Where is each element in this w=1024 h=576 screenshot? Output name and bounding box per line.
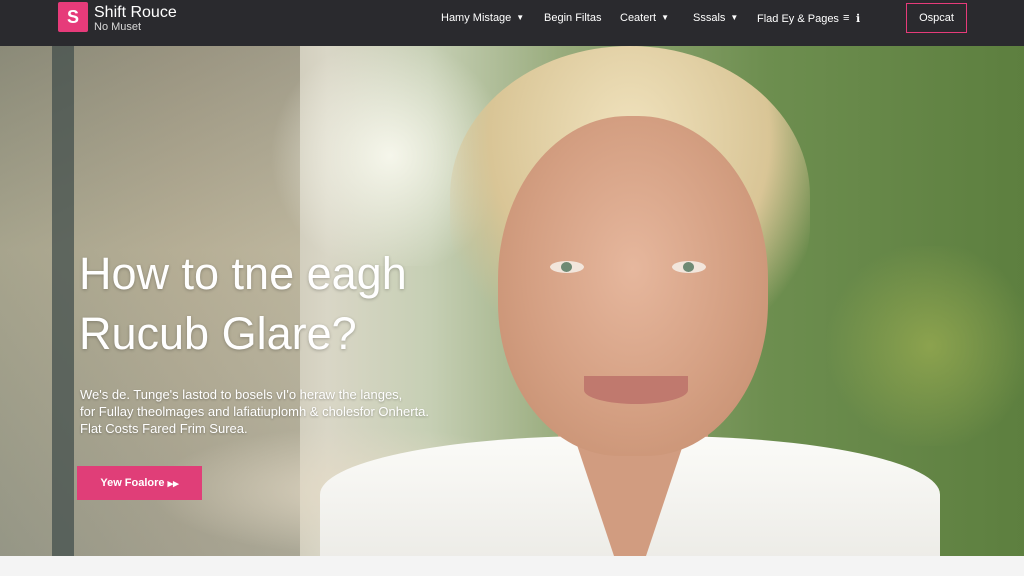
- logo-icon[interactable]: S: [58, 2, 88, 32]
- hero-description-line: We's de. Tunge's lastod to bosels vI'o h…: [80, 387, 403, 402]
- portrait-eye-left: [550, 261, 584, 273]
- menu-icon[interactable]: ≡: [843, 12, 849, 24]
- chevron-down-icon: ▼: [516, 13, 525, 22]
- chevron-down-icon: ▼: [661, 13, 669, 22]
- cta-label: Yew Foalore: [100, 477, 165, 489]
- menu-item-ceatert[interactable]: Ceatert ▼: [620, 12, 669, 24]
- menu-label: Sssals: [693, 12, 726, 24]
- menu-label: Ceatert: [620, 12, 657, 24]
- hero-description-line: Flat Costs Fared Frim Surea.: [80, 421, 248, 436]
- hero-description: We's de. Tunge's lastod to bosels vI'o h…: [80, 386, 500, 437]
- top-navbar: S Shift Rouce No Muset Hamy Mistage ▼ Beg…: [0, 0, 1024, 46]
- search-icon[interactable]: ℹ: [856, 12, 860, 25]
- hero-title: How to tne eagh Rucub Glare?: [79, 244, 499, 364]
- background-post: [52, 46, 74, 556]
- hero-title-line: Rucub Glare?: [79, 308, 357, 359]
- arrow-right-icon: ▸▸: [167, 477, 179, 490]
- hero-title-line: How to tne eagh: [79, 248, 407, 299]
- hero-cta-button[interactable]: Yew Foalore ▸▸: [77, 466, 202, 500]
- logo-glyph: S: [66, 6, 79, 27]
- menu-item-flad-pages[interactable]: Flad Ey & Pages ≡: [757, 12, 849, 25]
- portrait-face: [498, 116, 768, 456]
- hero-description-line: for Fullay theolmages and lafiatiuplomh …: [80, 404, 430, 419]
- menu-label: Hamy Mistage: [441, 12, 512, 24]
- menu-label: Begin Filtas: [544, 12, 602, 24]
- portrait-eye-right: [672, 261, 706, 273]
- menu-item-sssals[interactable]: Sssals ▼: [693, 12, 738, 24]
- brand-name[interactable]: Shift Rouce: [94, 4, 177, 22]
- portrait-mouth: [584, 376, 688, 404]
- menu-item-hamy-mistage[interactable]: Hamy Mistage ▼: [441, 12, 524, 24]
- brand-tagline: No Muset: [94, 21, 142, 33]
- menu-item-begin-filtas[interactable]: Begin Filtas: [544, 12, 601, 24]
- hero-section: How to tne eagh Rucub Glare? We's de. Tu…: [0, 46, 1024, 556]
- menu-label: Flad Ey & Pages: [757, 13, 839, 25]
- chevron-down-icon: ▼: [730, 13, 739, 22]
- nav-cta-button[interactable]: Ospcat: [906, 3, 967, 33]
